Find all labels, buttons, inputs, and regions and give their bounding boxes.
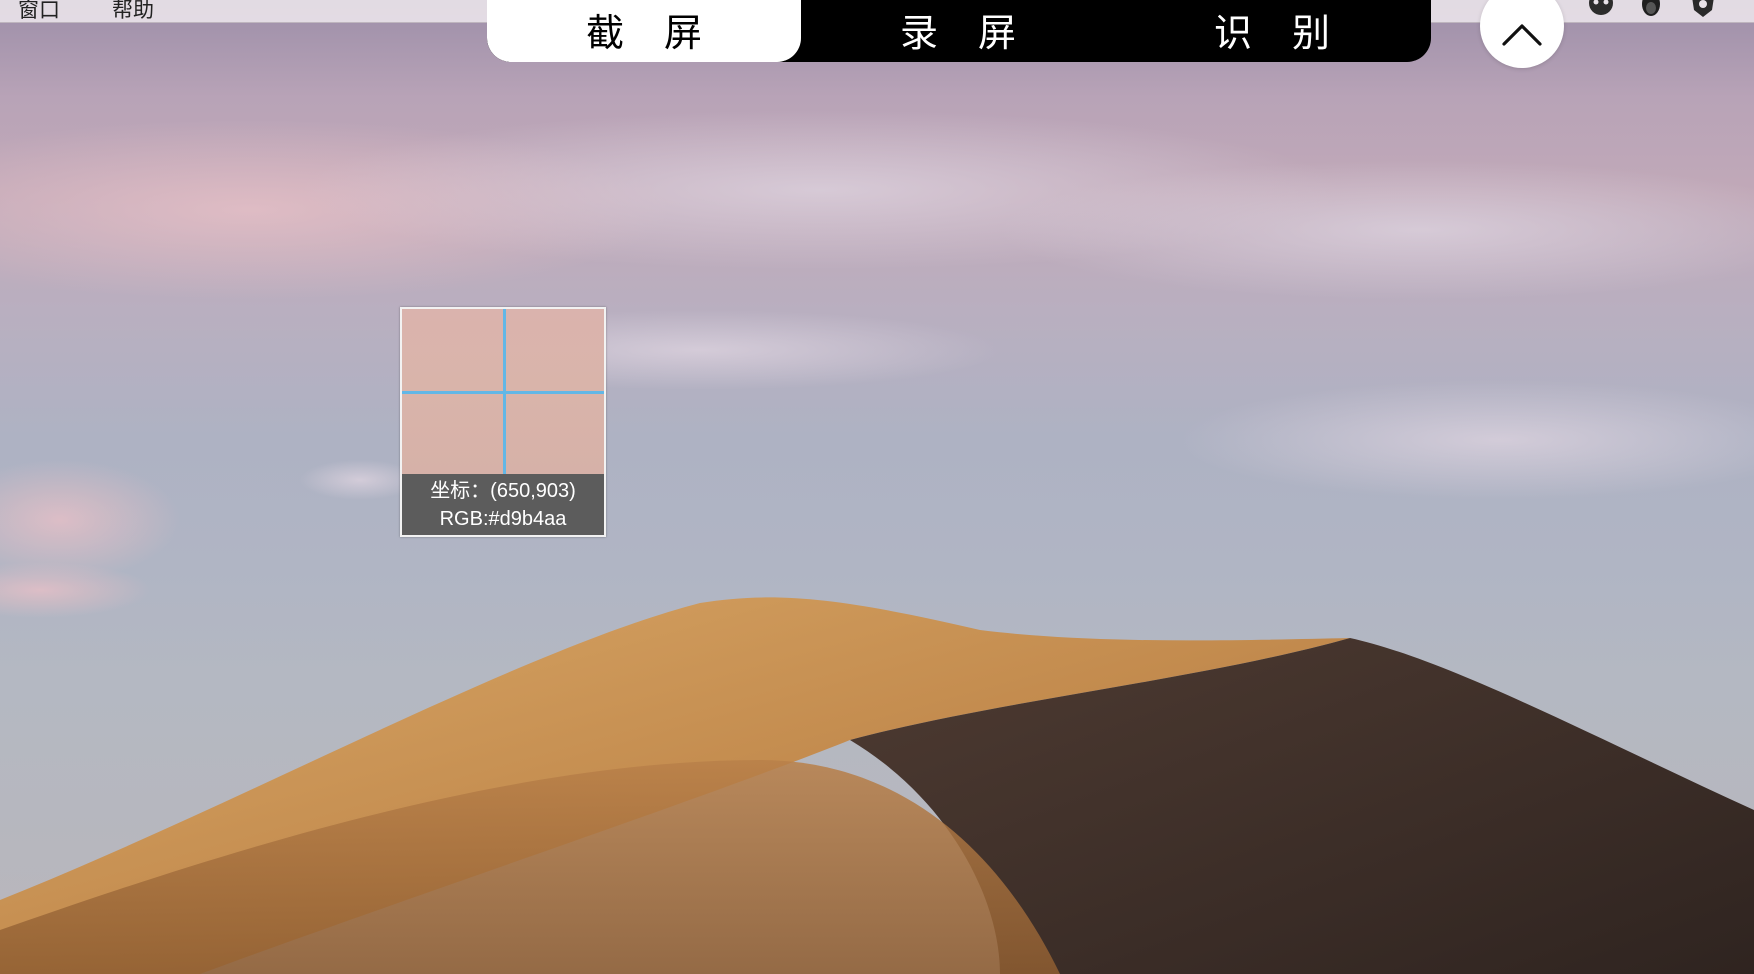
- menu-item-window[interactable]: 窗口: [18, 0, 60, 24]
- pixel-info-panel: 坐标：(650,903) RGB:#d9b4aa: [402, 474, 604, 535]
- magnified-pixel-view: [402, 309, 604, 474]
- tab-screen-record-label: 录 屏: [899, 10, 1031, 55]
- tab-screenshot-label: 截 屏: [585, 10, 717, 55]
- tab-recognize-label: 识 别: [1213, 10, 1345, 55]
- crosshair-horizontal: [402, 391, 604, 394]
- shield-icon[interactable]: [1688, 0, 1718, 18]
- color-picker-magnifier: 坐标：(650,903) RGB:#d9b4aa: [400, 307, 606, 537]
- chevron-up-icon: [1502, 24, 1542, 46]
- tab-screenshot[interactable]: 截 屏: [487, 0, 801, 62]
- menu-item-help[interactable]: 帮助: [112, 0, 154, 24]
- rgb-readout: RGB:#d9b4aa: [439, 508, 567, 530]
- coordinate-readout: 坐标：(650,903): [430, 480, 576, 502]
- cat-face-icon[interactable]: [1586, 0, 1616, 18]
- desktop-wallpaper: [0, 110, 1754, 974]
- capture-mode-toolbar: 截 屏 录 屏 识 别: [487, 0, 1431, 62]
- desktop: 窗口 帮助 截 屏 录 屏 识 别 坐标：(650,903) RGB:#d9b4…: [0, 0, 1754, 974]
- penguin-icon[interactable]: [1636, 0, 1666, 18]
- tab-recognize[interactable]: 识 别: [1115, 0, 1429, 62]
- tab-screen-record[interactable]: 录 屏: [801, 0, 1115, 62]
